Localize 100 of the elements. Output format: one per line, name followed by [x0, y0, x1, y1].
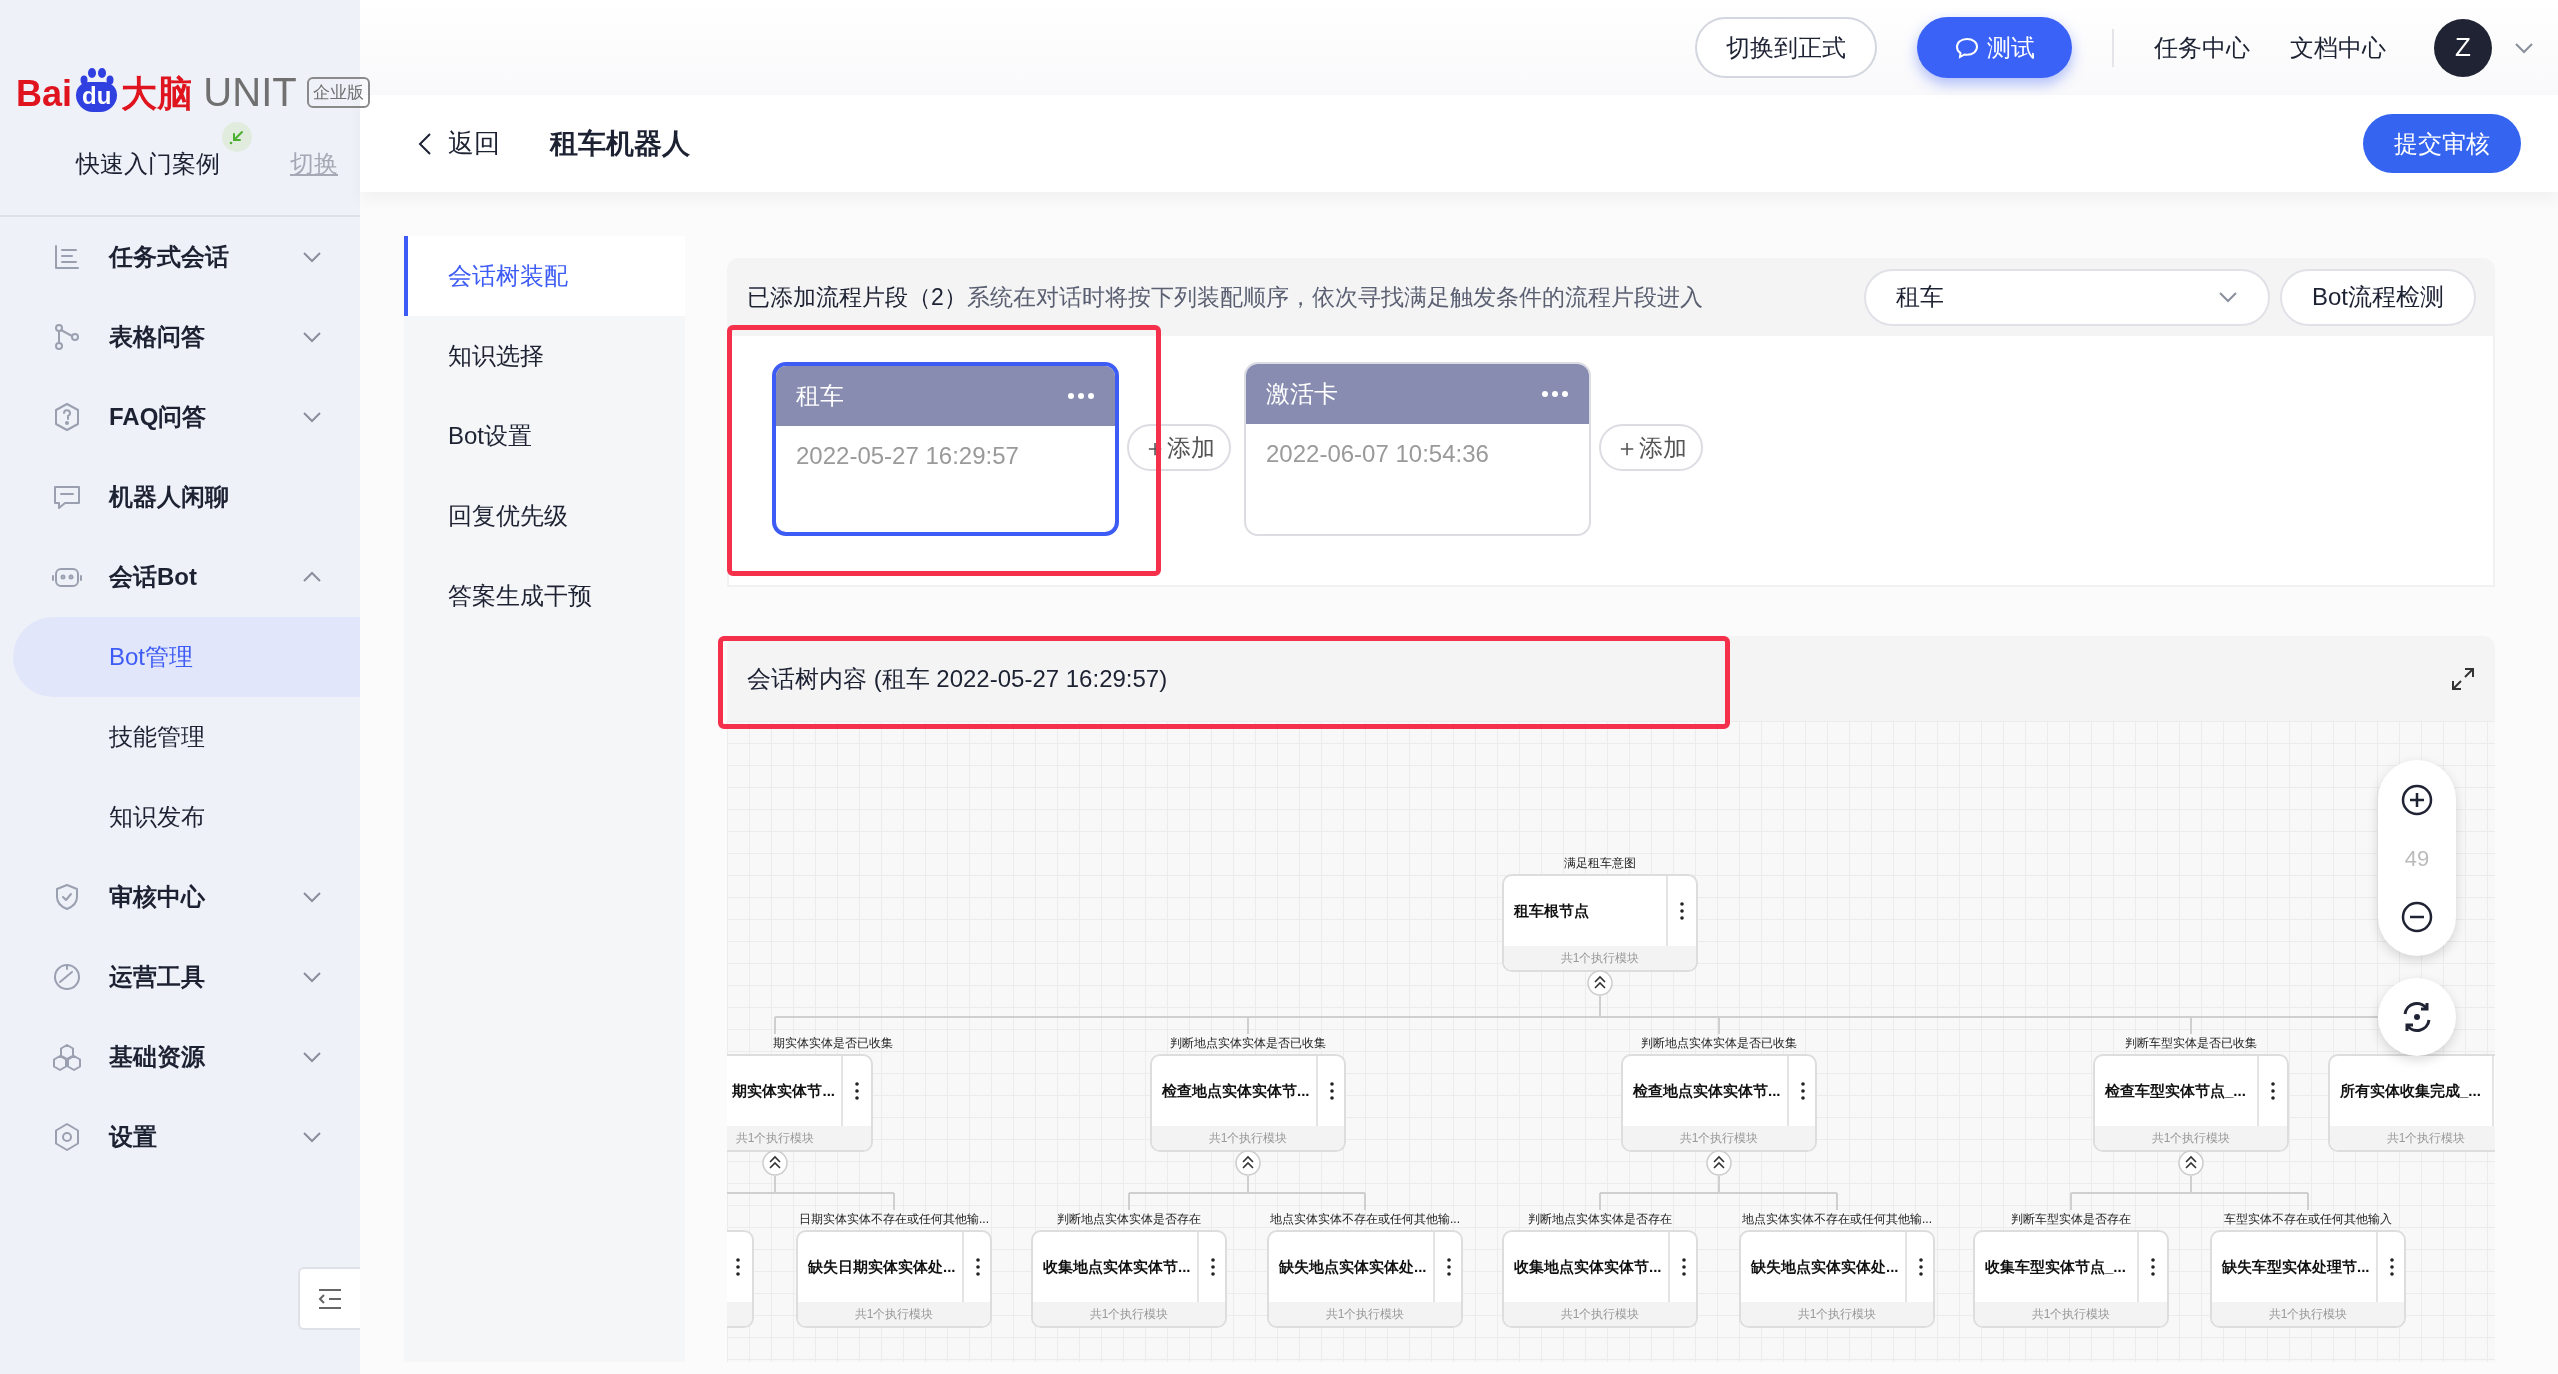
header-link[interactable]: 任务中心	[2154, 29, 2250, 66]
sidebar-item-label[interactable]: FAQ问答	[109, 399, 302, 435]
collapse-toggle-icon[interactable]	[762, 1150, 788, 1176]
kebab-icon[interactable]	[1918, 1258, 1923, 1276]
kebab-icon[interactable]	[1681, 1258, 1686, 1276]
collapse-toggle-icon[interactable]	[1706, 1150, 1732, 1176]
logo-text: 大脑	[121, 76, 194, 112]
section-description: 系统在对话时将按下列装配顺序，依次寻找满足触发条件的流程片段进入	[966, 282, 1703, 312]
tree-node[interactable]: 检查车型实体节点_... 共1个执行模块	[2093, 1054, 2289, 1152]
chevron-icon[interactable]	[302, 891, 322, 903]
subnav-item[interactable]: 会话树装配	[404, 236, 685, 316]
switch-mode-button[interactable]: 切换到正式	[1695, 17, 1877, 78]
tree-node[interactable]: 期实体实体节... 共1个执行模块	[727, 1054, 873, 1152]
branch-condition: 地点实体实体不存在或任何其他输...	[1742, 1212, 1932, 1226]
tree-node[interactable]: 缺失车型实体处理节... 共1个执行模块	[2210, 1230, 2406, 1328]
kebab-icon[interactable]	[2389, 1258, 2394, 1276]
node-footer: 共1个执行模块	[1623, 1126, 1815, 1150]
node-footer: 共1个执行模块	[2212, 1302, 2404, 1326]
tree-node[interactable]: 缺失日期实体实体处... 共1个执行模块	[796, 1230, 992, 1328]
fragment-select[interactable]: 租车	[1864, 268, 2270, 326]
tree-node[interactable]: 租车根节点 共1个执行模块	[1502, 874, 1698, 972]
sidebar-subitem[interactable]: Bot管理	[13, 617, 360, 697]
tree-node[interactable]: 收集车型实体节点_... 共1个执行模块	[1973, 1230, 2169, 1328]
tree-title: 会话树内容 (租车 2022-05-27 16:29:57)	[747, 663, 1168, 694]
chevron-icon[interactable]	[302, 1131, 322, 1143]
branch-condition: 日期实体实体不存在或任何其他输...	[799, 1212, 989, 1226]
tree-node[interactable]: 缺失地点实体实体处... 共1个执行模块	[1739, 1230, 1935, 1328]
kebab-icon[interactable]	[1680, 902, 1684, 920]
kebab-icon[interactable]	[1446, 1258, 1451, 1276]
node-footer: 共1个执行模块	[1504, 946, 1696, 970]
sidebar-item-label[interactable]: 会话Bot	[109, 559, 302, 595]
chevron-icon[interactable]	[2218, 291, 2238, 303]
sidebar-item-label[interactable]: 表格问答	[109, 319, 302, 355]
subnav-item[interactable]: 知识选择	[404, 316, 685, 396]
zoom-in-icon[interactable]	[2400, 782, 2434, 817]
zoom-out-icon[interactable]	[2400, 899, 2434, 934]
node-footer: 共1个执行模块	[1033, 1302, 1225, 1326]
hexagon-icon	[52, 402, 82, 432]
branch-condition: 判断地点实体实体是否已收集	[1641, 1036, 1797, 1050]
branch-condition: 判断车型实体是否存在	[2011, 1212, 2131, 1226]
sidebar-subitem[interactable]: 知识发布	[0, 777, 360, 857]
sidebar-item-label[interactable]: 设置	[109, 1119, 302, 1155]
subnav-item[interactable]: 答案生成干预	[404, 556, 685, 636]
chevron-icon[interactable]	[302, 1051, 322, 1063]
logo-text: du	[76, 82, 118, 112]
flow-check-button[interactable]: Bot流程检测	[2280, 268, 2476, 326]
kebab-icon[interactable]	[2271, 1082, 2275, 1100]
collapse-sidebar-button[interactable]	[298, 1267, 360, 1330]
node-footer: 共1个执行模块	[2095, 1126, 2287, 1150]
fragment-time: 2022-06-07 10:54:36	[1265, 439, 1490, 469]
tree-node[interactable]: 收集地点实体实体节... 共1个执行模块	[1502, 1230, 1698, 1328]
back-link[interactable]: 返回	[418, 124, 500, 163]
chevron-icon[interactable]	[302, 251, 322, 263]
sidebar-item-label[interactable]: 基础资源	[109, 1039, 302, 1075]
kebab-icon[interactable]	[1329, 1082, 1334, 1100]
kebab-icon[interactable]	[736, 1258, 740, 1276]
chevron-icon[interactable]	[302, 331, 322, 343]
test-button[interactable]: 测试	[1917, 17, 2072, 78]
section-heading: 已添加流程片段（2）	[747, 282, 967, 312]
caret-icon[interactable]	[2514, 41, 2534, 54]
recenter-button[interactable]	[2378, 978, 2456, 1056]
sidebar-item-label[interactable]: 审核中心	[109, 879, 302, 915]
kebab-icon[interactable]	[975, 1258, 980, 1276]
subnav-item[interactable]: Bot设置	[404, 396, 685, 476]
kebab-icon[interactable]	[855, 1082, 859, 1100]
cubes-icon	[52, 1042, 82, 1072]
node-title: 所有实体收集完成_...	[2340, 1080, 2481, 1101]
more-icon[interactable]	[1067, 392, 1095, 400]
sidebar-item-label[interactable]: 运营工具	[109, 959, 302, 995]
chevron-icon[interactable]	[302, 411, 322, 423]
branch-condition: 车型实体不存在或任何其他输入	[2224, 1212, 2392, 1226]
chevron-icon[interactable]	[302, 571, 322, 583]
tree-node[interactable]: 缺失地点实体实体处... 共1个执行模块	[1267, 1230, 1463, 1328]
node-title: 缺失车型实体处理节...	[2222, 1256, 2370, 1277]
tree-node[interactable]: 所有实体收集完成_... 共1个执行模块	[2328, 1054, 2495, 1152]
sidebar-item-label[interactable]: 机器人闲聊	[109, 479, 322, 515]
submit-review-button[interactable]: 提交审核	[2363, 114, 2521, 173]
fragment-time: 2022-05-27 16:29:57	[795, 441, 1020, 471]
kebab-icon[interactable]	[2151, 1258, 2155, 1276]
tree-node[interactable]: 检查地点实体实体节... 共1个执行模块	[1621, 1054, 1817, 1152]
collapse-toggle-icon[interactable]	[1235, 1150, 1261, 1176]
kebab-icon[interactable]	[1210, 1258, 1215, 1276]
collapse-toggle-icon[interactable]	[1587, 970, 1613, 996]
expand-icon[interactable]	[2451, 666, 2475, 691]
collapse-toggle-icon[interactable]	[2178, 1150, 2204, 1176]
header-link[interactable]: 文档中心	[2290, 29, 2386, 66]
sidebar-item-label[interactable]: 任务式会话	[109, 239, 302, 275]
more-icon[interactable]	[1541, 390, 1569, 398]
chevron-icon[interactable]	[302, 971, 322, 983]
fragment-title: 租车	[796, 381, 844, 411]
add-button[interactable]: ＋添加	[1599, 424, 1703, 471]
branch-condition: 判断地点实体实体是否存在	[1057, 1212, 1201, 1226]
sidebar-subitem[interactable]: 技能管理	[0, 697, 360, 777]
subnav-item[interactable]: 回复优先级	[404, 476, 685, 556]
tree-node[interactable]: 检查地点实体实体节... 共1个执行模块	[1150, 1054, 1346, 1152]
tree-node[interactable]: 收集地点实体实体节... 共1个执行模块	[1031, 1230, 1227, 1328]
logo-text: Bai	[16, 76, 73, 112]
gear-icon	[52, 1122, 82, 1152]
kebab-icon[interactable]	[1800, 1082, 1805, 1100]
user-avatar[interactable]: Z	[2434, 18, 2492, 77]
